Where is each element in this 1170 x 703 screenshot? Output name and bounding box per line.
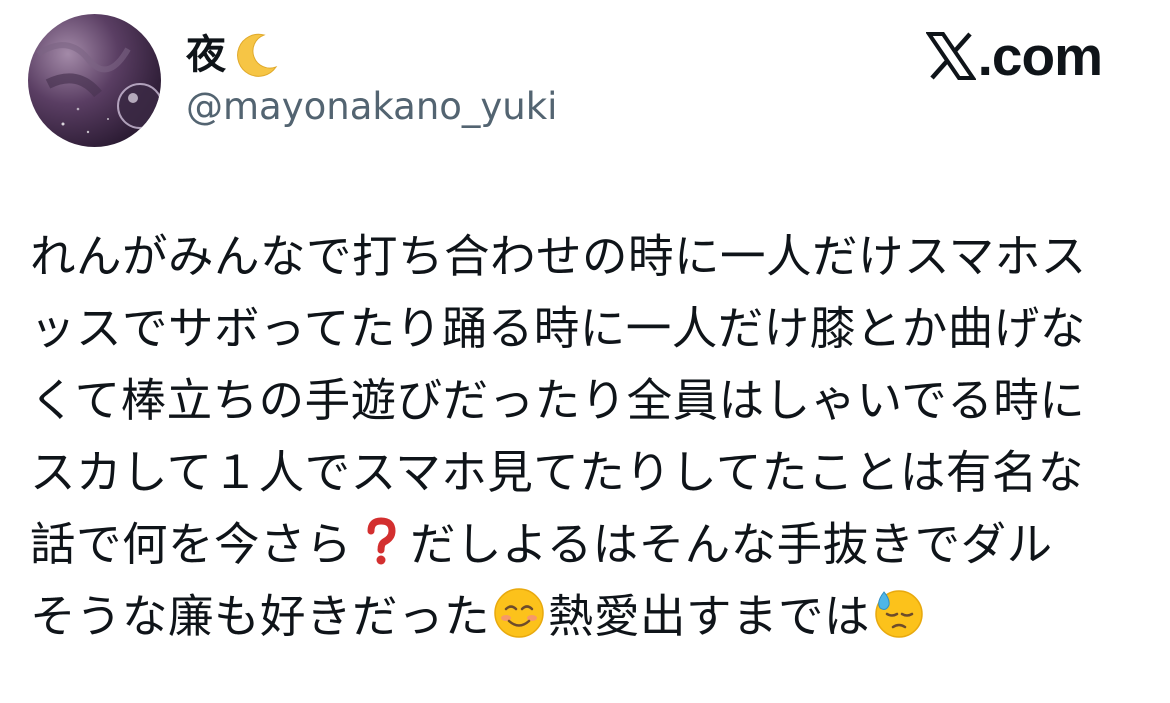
user-handle[interactable]: @mayonakano_yuki (186, 82, 557, 132)
avatar[interactable] (28, 14, 161, 147)
tweet-line: 話で何を今さら だしよるはそんな手抜きでダル (30, 509, 1150, 581)
tweet-text-segment: だしよるはそんな手抜きでダル (410, 518, 1053, 571)
display-name-text: 夜 (186, 32, 226, 78)
tweet-text-segment: くて棒立ちの手遊びだったり全員はしゃいでる時に (30, 374, 1086, 427)
downcast-sweat-face-icon (875, 590, 923, 638)
tweet-text-segment: 熱愛出すまでは (548, 590, 871, 643)
crescent-moon-icon (237, 33, 278, 77)
tweet-line: そうな廉も好きだった 熱愛出すまでは (30, 581, 1150, 653)
brand-logo: .com (925, 24, 1103, 88)
display-name[interactable]: 夜 (186, 30, 282, 80)
tweet-text-segment: スカして１人でスマホ見てたりしてたことは有名な (30, 446, 1084, 499)
smiling-face-icon (494, 588, 544, 638)
tweet-text-segment: そうな廉も好きだった (30, 590, 491, 643)
red-question-mark-icon (367, 517, 396, 565)
tweet-line: れんがみんなで打ち合わせの時に一人だけスマホス (30, 221, 1150, 293)
tweet-line: くて棒立ちの手遊びだったり全員はしゃいでる時に (30, 365, 1150, 437)
brand-domain-text: .com (977, 25, 1103, 87)
tweet-text-segment: ッスでサボってたり踊る時に一人だけ膝とか曲げな (30, 302, 1086, 355)
tweet-text: れんがみんなで打ち合わせの時に一人だけスマホス ッスでサボってたり踊る時に一人だ… (30, 221, 1150, 653)
tweet-line: スカして１人でスマホ見てたりしてたことは有名な (30, 437, 1150, 509)
tweet-text-segment: れんがみんなで打ち合わせの時に一人だけスマホス (30, 230, 1087, 283)
tweet-line: ッスでサボってたり踊る時に一人だけ膝とか曲げな (30, 293, 1150, 365)
x-logo-icon (925, 32, 976, 80)
tweet-text-segment: 話で何を今さら (30, 518, 353, 571)
